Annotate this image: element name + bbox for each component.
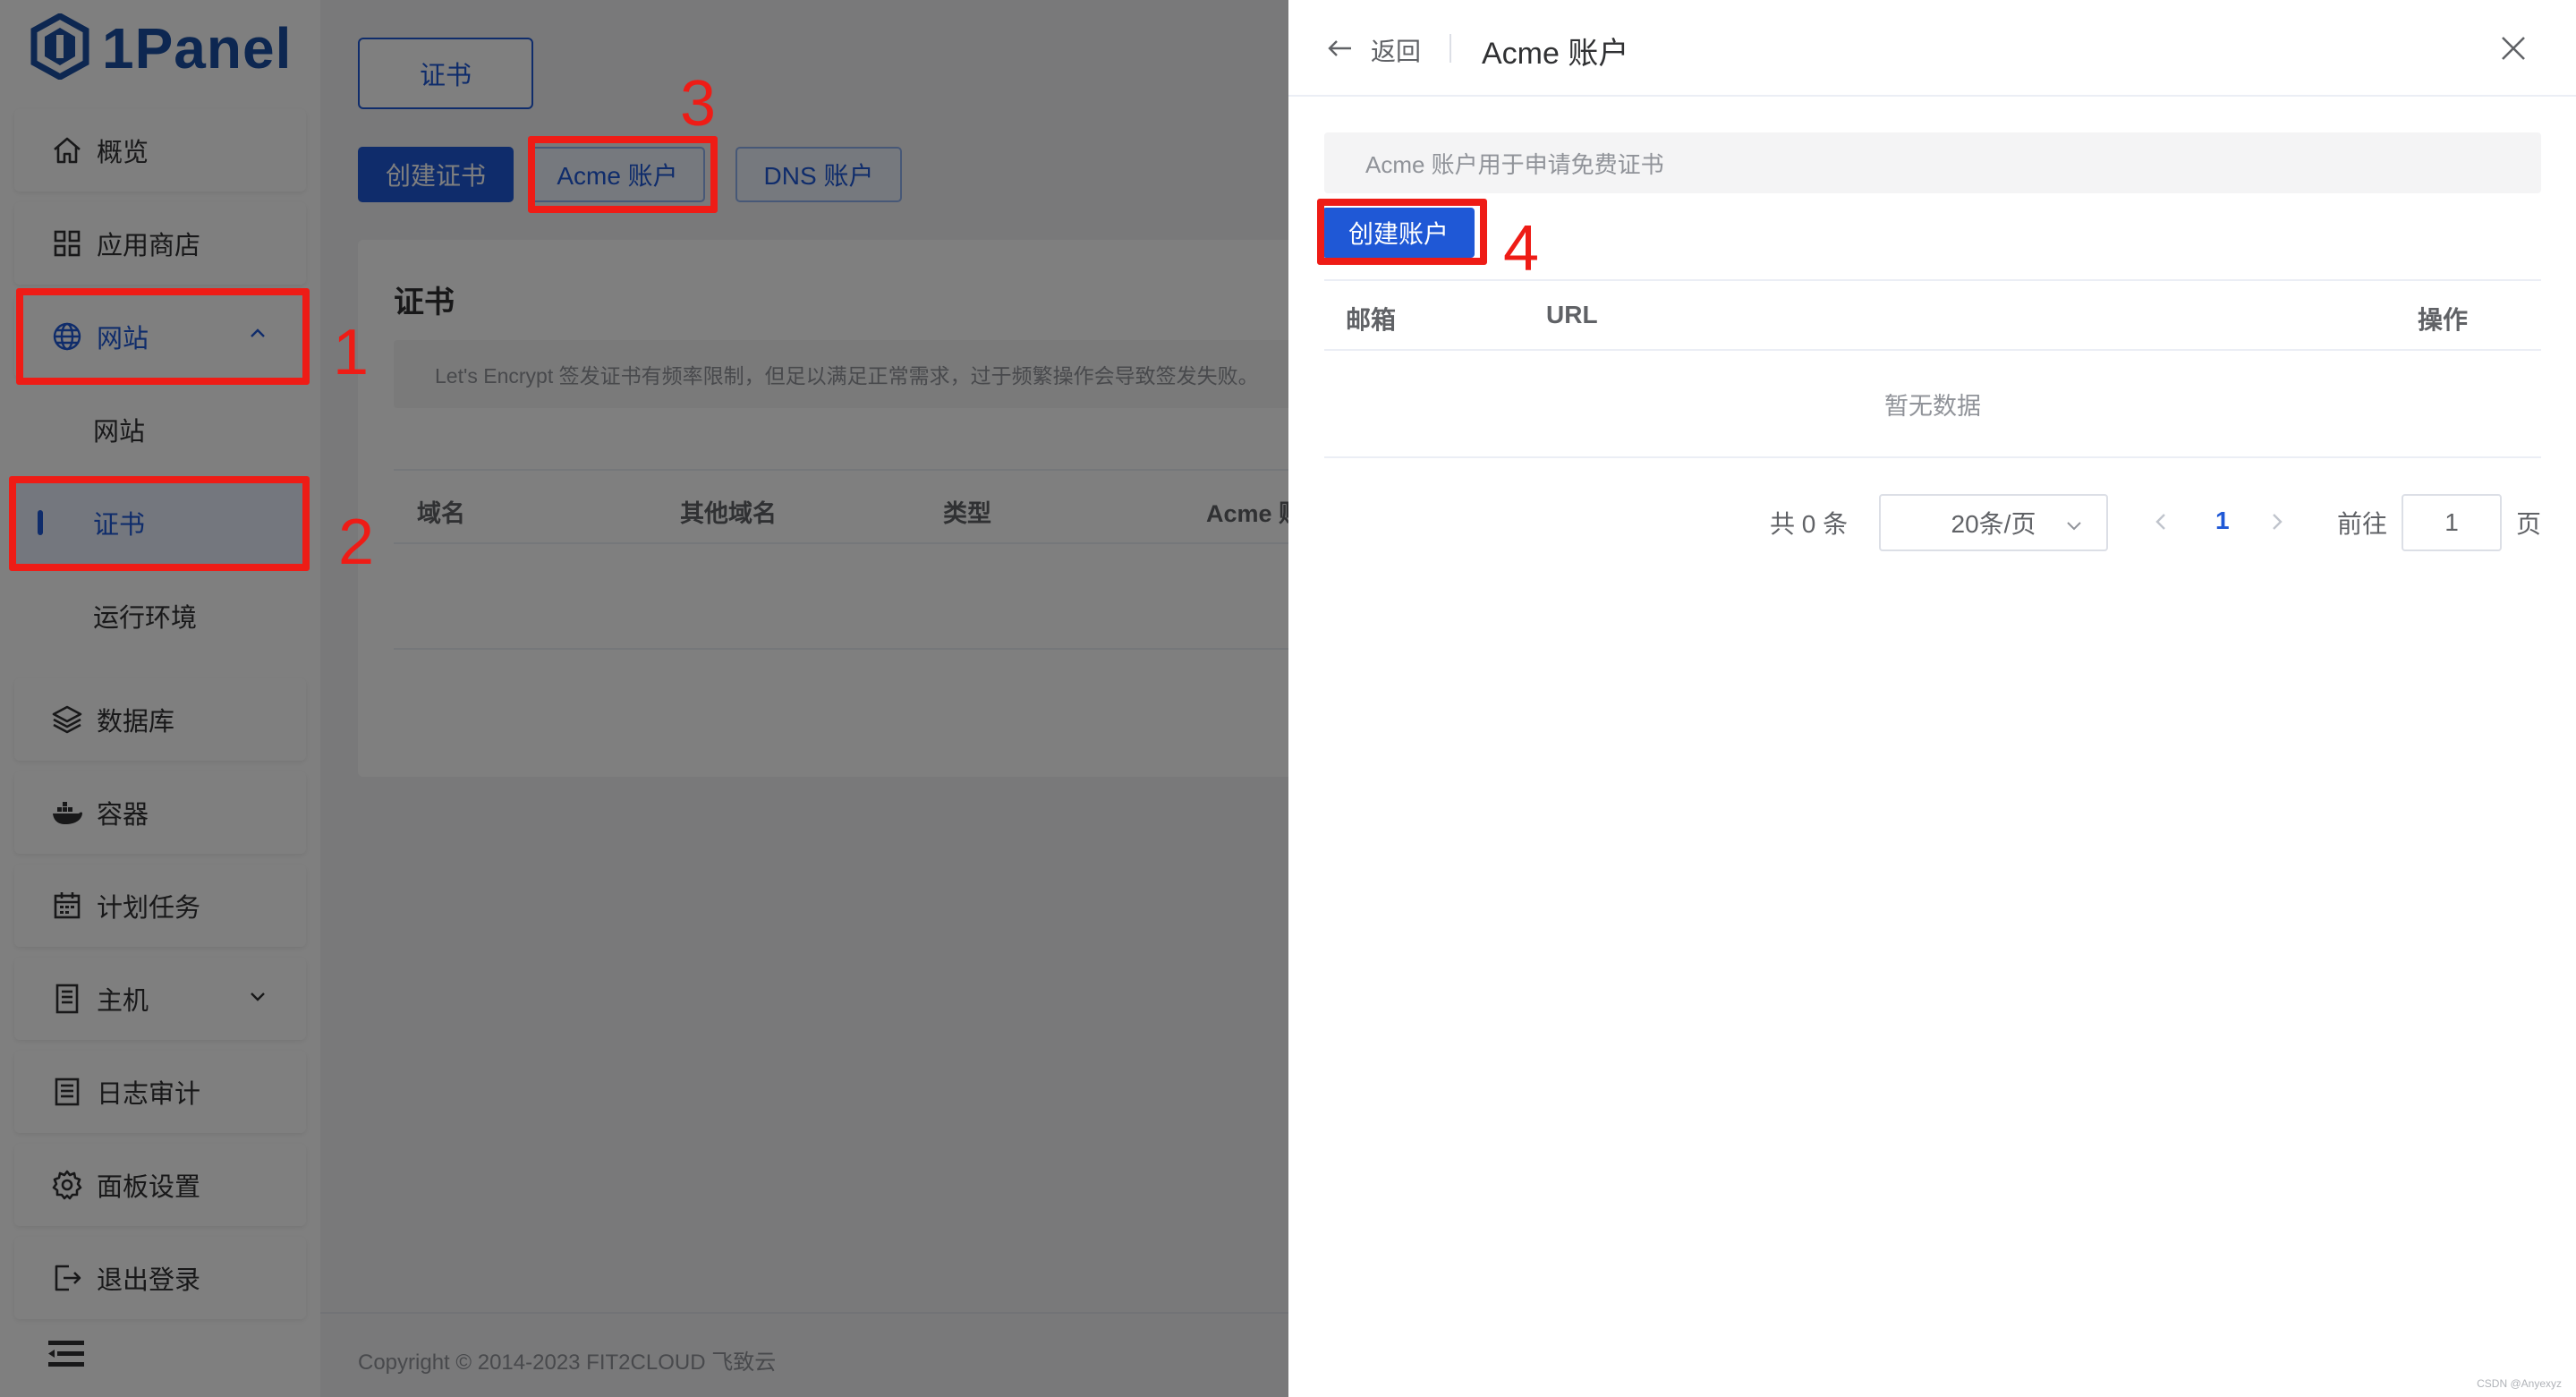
annotation-box-1 bbox=[16, 288, 310, 385]
back-arrow-icon[interactable] bbox=[1326, 34, 1355, 67]
drawer-title: Acme 账户 bbox=[1482, 37, 1629, 71]
annotation-box-4 bbox=[1317, 199, 1487, 265]
annotation-number-1: 1 bbox=[333, 317, 370, 388]
annotation-box-2 bbox=[9, 476, 310, 571]
page-suffix: 页 bbox=[2516, 510, 2542, 538]
column-actions: 操作 bbox=[2418, 306, 2469, 334]
header-divider bbox=[1450, 34, 1451, 63]
annotation-number-3: 3 bbox=[680, 68, 717, 140]
prev-page-icon[interactable] bbox=[2151, 510, 2171, 538]
drawer-notice: Acme 账户用于申请免费证书 bbox=[1324, 132, 2541, 193]
page-size-select[interactable]: 20条/页 bbox=[1879, 494, 2108, 551]
pagination-total: 共 0 条 bbox=[1770, 510, 1849, 538]
empty-state: 暂无数据 bbox=[1324, 351, 2541, 458]
goto-page-input[interactable]: 1 bbox=[2402, 494, 2502, 551]
annotation-number-4: 4 bbox=[1503, 213, 1540, 285]
annotation-number-2: 2 bbox=[338, 507, 375, 578]
back-button[interactable]: 返回 bbox=[1371, 32, 1421, 68]
current-page[interactable]: 1 bbox=[2215, 507, 2230, 535]
next-page-icon[interactable] bbox=[2267, 510, 2287, 538]
annotation-box-3 bbox=[528, 136, 718, 213]
column-email: 邮箱 bbox=[1346, 306, 1397, 334]
goto-label: 前往 bbox=[2337, 510, 2388, 538]
page-size-value: 20条/页 bbox=[1951, 510, 2036, 538]
watermark: CSDN @Anyexyz bbox=[2477, 1377, 2562, 1390]
account-table-header: 邮箱 URL 操作 bbox=[1324, 279, 2541, 351]
drawer-header: 返回 Acme 账户 bbox=[1288, 0, 2576, 97]
column-url: URL bbox=[1546, 301, 1598, 328]
close-icon[interactable] bbox=[2499, 34, 2528, 67]
chevron-down-icon bbox=[2063, 514, 2085, 542]
